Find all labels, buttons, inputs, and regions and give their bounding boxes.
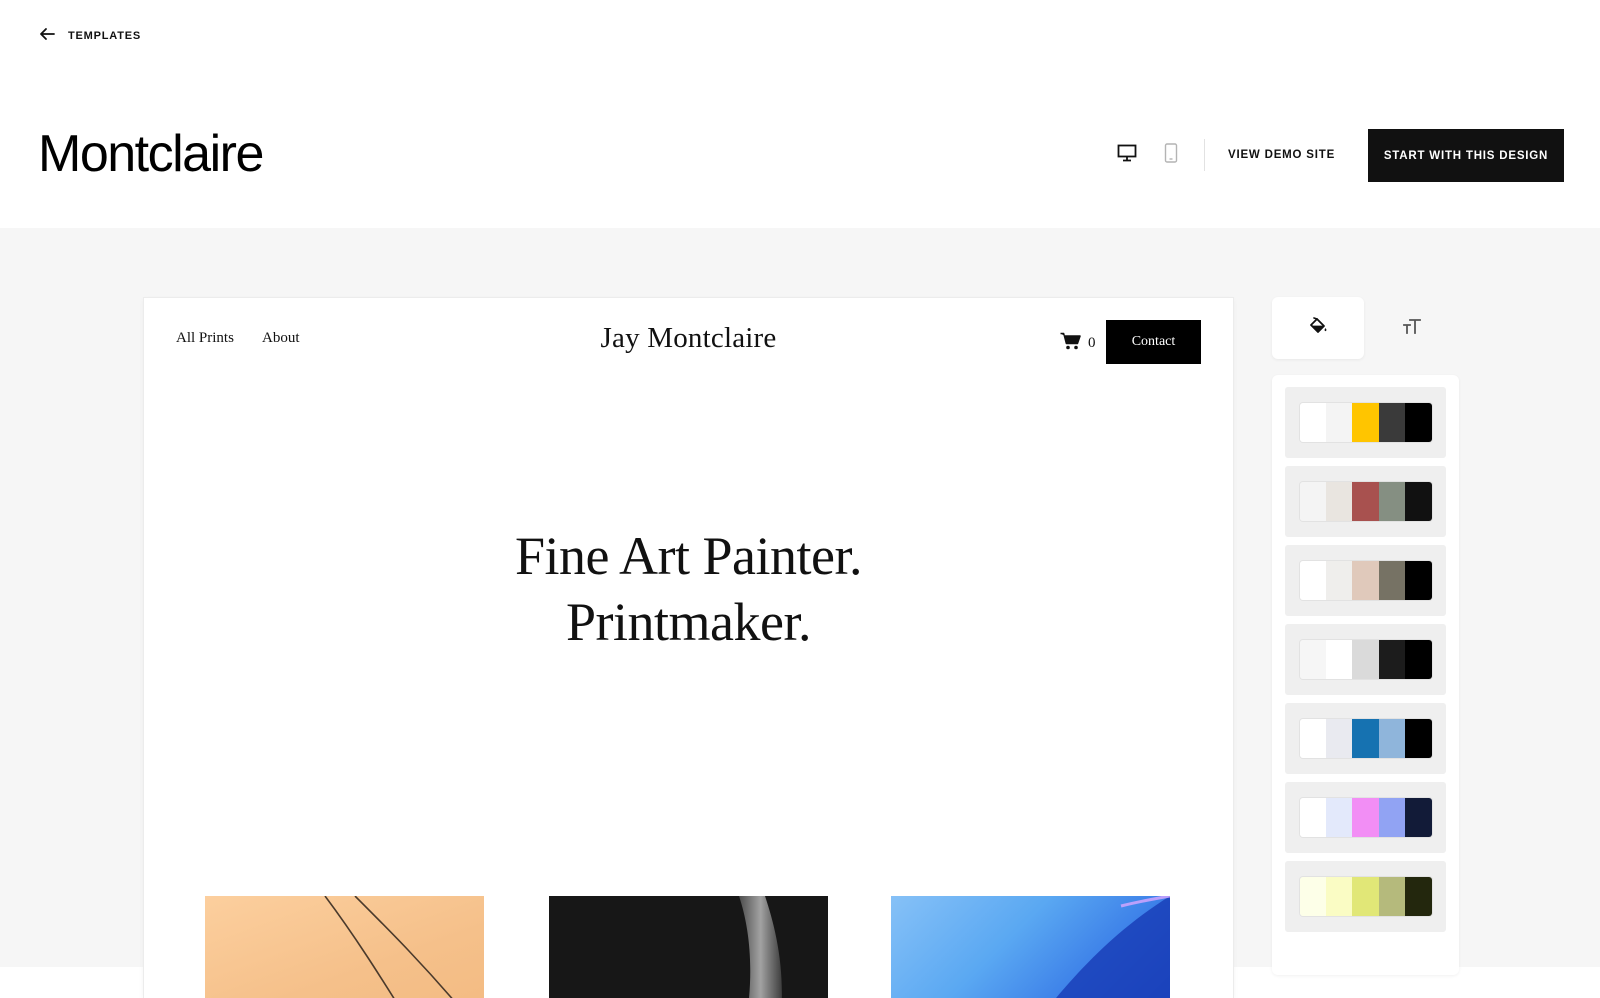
site-preview[interactable]: All Prints About Jay Montclaire 0 Contac… [144,298,1233,998]
desktop-icon [1117,144,1137,167]
color-swatch [1299,719,1326,758]
mobile-icon [1164,142,1178,168]
color-swatch [1325,719,1353,758]
artwork-thumbnail[interactable] [891,896,1170,998]
color-swatch [1405,561,1432,600]
hero-heading: Fine Art Painter. Printmaker. [144,523,1233,655]
color-swatch [1325,561,1353,600]
color-swatch [1299,482,1326,521]
palette-option[interactable] [1285,703,1446,774]
color-swatch [1405,640,1432,679]
artwork-thumbnail[interactable] [549,896,828,998]
top-bar: TEMPLATES Montclaire VIEW DEMO SITE STAR… [0,0,1600,228]
artwork-thumbnail[interactable] [205,896,484,998]
color-swatch [1378,640,1406,679]
color-swatch [1299,403,1326,442]
color-swatch [1378,561,1406,600]
color-swatch [1325,798,1353,837]
tab-fonts[interactable] [1366,297,1458,359]
palette-swatches [1299,403,1432,442]
color-swatch [1405,877,1432,916]
palette-swatches [1299,482,1432,521]
color-swatch [1299,798,1326,837]
color-swatch [1352,482,1379,521]
hero-line-2: Printmaker. [566,592,811,652]
color-swatch [1378,877,1406,916]
color-swatch [1378,482,1406,521]
template-title: Montclaire [38,125,264,183]
start-with-this-design-button[interactable]: START WITH THIS DESIGN [1368,129,1564,182]
color-swatch [1325,877,1353,916]
color-swatch [1405,403,1432,442]
cart-icon [1060,332,1082,355]
artwork-image [739,896,782,998]
contact-button[interactable]: Contact [1106,320,1201,364]
color-swatch [1405,482,1432,521]
cart-button[interactable]: 0 [1060,332,1096,355]
color-swatch [1352,403,1379,442]
view-demo-site-link[interactable]: VIEW DEMO SITE [1228,145,1335,165]
paint-bucket-icon [1308,316,1328,340]
palette-option[interactable] [1285,624,1446,695]
color-swatch [1325,403,1353,442]
color-swatch [1378,403,1406,442]
palette-option[interactable] [1285,387,1446,458]
color-swatch [1352,798,1379,837]
color-swatch [1378,719,1406,758]
color-swatch [1299,561,1326,600]
color-swatch [1405,719,1432,758]
palette-list [1272,375,1459,975]
color-swatch [1352,640,1379,679]
palette-option[interactable] [1285,466,1446,537]
color-swatch [1325,640,1353,679]
tab-colors[interactable] [1272,297,1364,359]
color-swatch [1352,877,1379,916]
palette-option[interactable] [1285,782,1446,853]
color-swatch [1299,877,1326,916]
back-to-templates-link[interactable]: TEMPLATES [38,26,141,46]
palette-option[interactable] [1285,861,1446,932]
palette-swatches [1299,719,1432,758]
palette-swatches [1299,877,1432,916]
palette-swatches [1299,561,1432,600]
mobile-view-button[interactable] [1158,142,1184,168]
text-size-icon [1403,318,1421,339]
back-label: TEMPLATES [68,30,141,42]
hero-line-1: Fine Art Painter. [515,526,862,586]
color-swatch [1405,798,1432,837]
palette-swatches [1299,798,1432,837]
color-swatch [1299,640,1326,679]
arrow-left-icon [38,25,56,48]
cart-count: 0 [1088,335,1096,351]
palette-option[interactable] [1285,545,1446,616]
artwork-image [324,896,453,998]
color-swatch [1352,719,1379,758]
artwork-image [1056,896,1170,998]
desktop-view-button[interactable] [1114,142,1140,168]
toolbar-divider [1204,139,1205,171]
color-swatch [1378,798,1406,837]
color-swatch [1352,561,1379,600]
palette-swatches [1299,640,1432,679]
color-swatch [1325,482,1353,521]
preview-stage: All Prints About Jay Montclaire 0 Contac… [0,228,1600,998]
